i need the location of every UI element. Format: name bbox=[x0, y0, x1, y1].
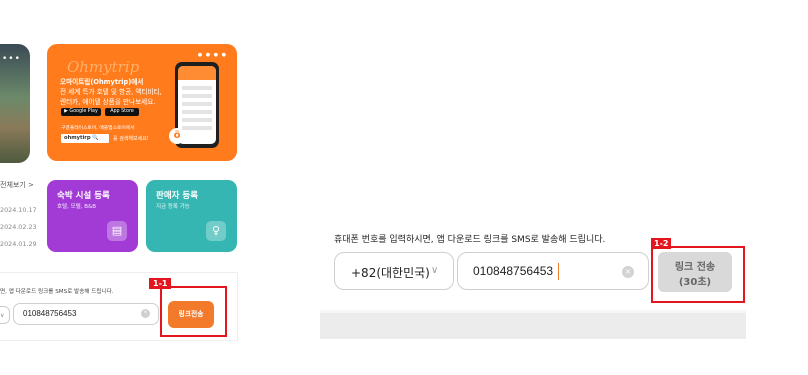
country-code-value: +82(대한민국) bbox=[351, 266, 430, 280]
sms-instruction-text: 면, 앱 다운로드 링크를 SMS로 발송해 드립니다. bbox=[0, 289, 114, 295]
person-icon: ♀ bbox=[206, 221, 226, 241]
clear-icon[interactable]: × bbox=[622, 266, 634, 278]
footer-band-edge bbox=[320, 310, 746, 313]
seller-register-card[interactable]: 판매자 등록 지금 등록 가능 ♀ bbox=[146, 180, 237, 252]
marker-label-1-2: 1-2 bbox=[651, 238, 672, 249]
ohmytrip-promo-banner[interactable]: ● ● ● ● Ohmytrip 오마이트립(Ohmytrip)에서 전 세계 … bbox=[47, 44, 237, 161]
chevron-down-icon: ∨ bbox=[0, 312, 5, 319]
clear-icon[interactable]: × bbox=[141, 309, 150, 318]
country-code-select[interactable]: +82(대한민국) ∨ bbox=[334, 252, 454, 290]
banner-pager: ● ● ● ● bbox=[197, 52, 227, 58]
view-all-link[interactable]: 전체보기 > bbox=[0, 180, 34, 190]
promo-line-1: 오마이트립(Ohmytrip)에서 bbox=[60, 78, 144, 86]
google-play-badge[interactable]: ▶ Google Play bbox=[61, 108, 101, 116]
footer-band bbox=[320, 310, 746, 339]
destination-photo[interactable]: ••• bbox=[0, 44, 30, 163]
sms-instruction-text: 휴대폰 번호를 입력하시면, 앱 다운로드 링크를 SMS로 발송해 드립니다. bbox=[334, 235, 606, 245]
phone-number-value: 010848756453 bbox=[23, 309, 77, 318]
phone-number-input[interactable]: 010848756453 × bbox=[457, 252, 649, 290]
highlight-box-1-1 bbox=[160, 286, 227, 337]
building-icon: ▤ bbox=[107, 221, 127, 241]
notice-date: 2024.10.17 bbox=[0, 206, 37, 214]
card-title: 숙박 시설 등록 bbox=[57, 191, 110, 201]
text-cursor bbox=[558, 263, 559, 280]
phone-number-input[interactable]: 010848756453 × bbox=[13, 303, 159, 325]
highlight-box-1-2 bbox=[651, 246, 745, 303]
photo-dots: ••• bbox=[2, 54, 21, 64]
card-title: 판매자 등록 bbox=[156, 191, 199, 201]
promo-line-3: 렌터카, 에어텔 상품을 만나보세요. bbox=[60, 98, 156, 106]
country-select[interactable]: ∨ bbox=[0, 306, 10, 324]
app-store-badge[interactable]: App Store bbox=[105, 108, 139, 116]
marker-label-1-1: 1-1 bbox=[149, 278, 172, 289]
promo-brand: Ohmytrip bbox=[67, 58, 140, 76]
ohmytrip-logo-icon: ö bbox=[169, 128, 185, 144]
promo-search-box: ohmytirp 🔍 bbox=[61, 134, 109, 143]
card-subtitle: 지금 등록 가능 bbox=[156, 204, 190, 210]
lodging-register-card[interactable]: 숙박 시설 등록 호텔, 모텔, B&B ▤ bbox=[47, 180, 138, 252]
notice-date: 2024.02.23 bbox=[0, 223, 37, 231]
card-subtitle: 호텔, 모텔, B&B bbox=[57, 204, 97, 210]
promo-hint: 구글플레이스토어, 애플앱스토어에서 bbox=[61, 126, 135, 131]
promo-search-tail: 를 검색해보세요! bbox=[113, 136, 149, 142]
phone-number-value: 010848756453 bbox=[473, 264, 554, 278]
promo-line-2: 전 세계 특가 호텔 및 항공, 액티비티, bbox=[60, 88, 162, 96]
notice-date: 2024.01.29 bbox=[0, 240, 37, 248]
chevron-down-icon: ∨ bbox=[431, 265, 439, 276]
